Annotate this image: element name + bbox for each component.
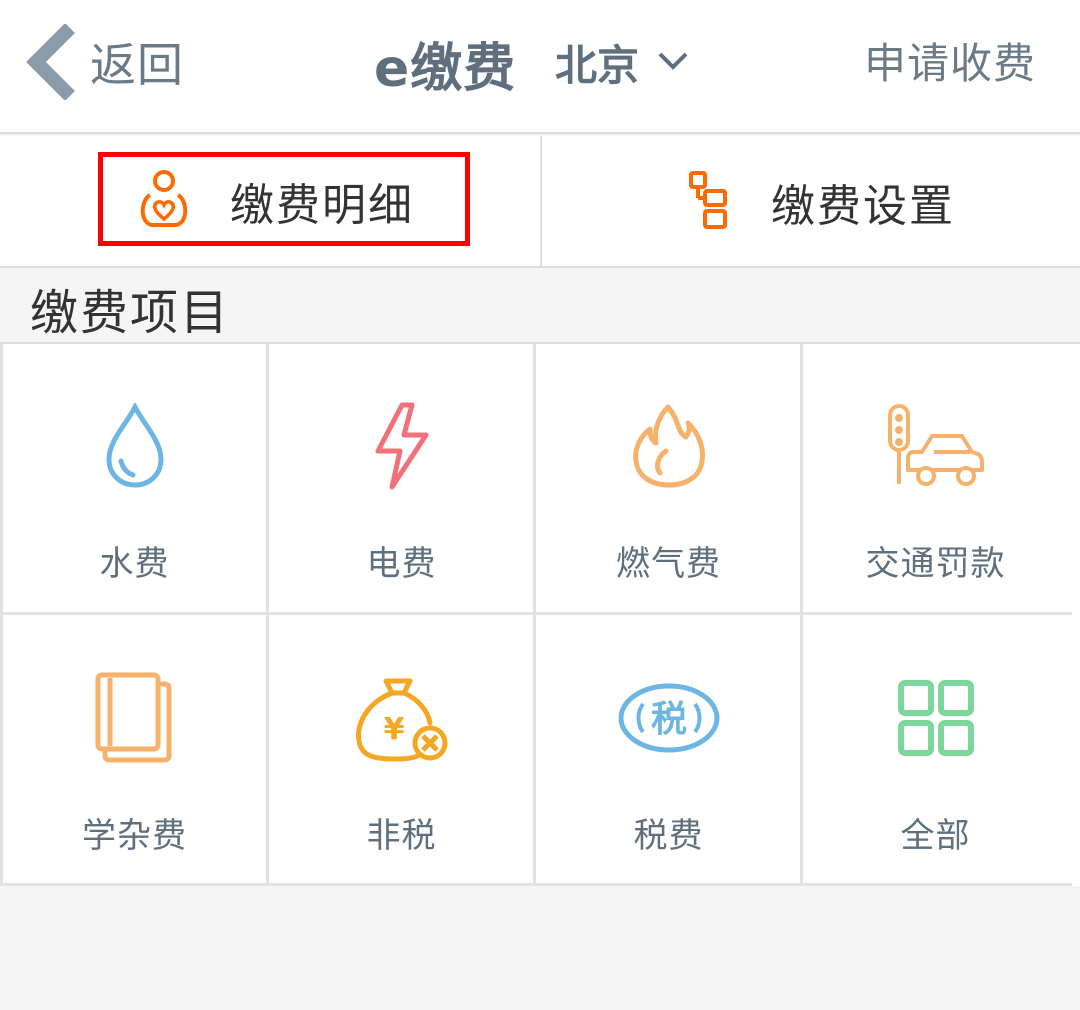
water-drop-icon [85, 396, 185, 496]
svg-text:¥: ¥ [383, 712, 404, 747]
item-label: 学杂费 [82, 816, 187, 856]
grid-divider [266, 344, 269, 886]
item-label: 水费 [99, 544, 170, 584]
tax-badge-text: 税 [650, 699, 686, 740]
payment-items-grid: 水费 电费 燃气费 交通罚款 学杂费 ¥ 非税 税 税费 全部 [0, 342, 1080, 886]
traffic-car-icon [881, 396, 991, 496]
tab-payment-details[interactable]: 缴费明细 [0, 136, 540, 266]
item-label: 税费 [633, 816, 704, 856]
tab-label: 缴费明细 [230, 180, 414, 231]
item-electricity[interactable]: 电费 [269, 344, 534, 610]
apply-collection-link[interactable]: 申请收费 [864, 30, 1036, 91]
grid-icon [886, 668, 986, 768]
lightning-icon [352, 396, 452, 496]
item-all[interactable]: 全部 [803, 616, 1068, 882]
item-label: 非税 [366, 816, 437, 856]
back-button[interactable]: 返回 [26, 24, 184, 100]
tax-badge-icon: 税 [614, 668, 724, 768]
item-label: 全部 [900, 816, 971, 856]
book-icon [85, 668, 185, 768]
item-gas[interactable]: 燃气费 [536, 344, 801, 610]
item-traffic-fine[interactable]: 交通罚款 [803, 344, 1068, 610]
city-label: 北京 [555, 41, 640, 90]
item-tuition[interactable]: 学杂费 [2, 616, 267, 882]
money-bag-icon: ¥ [347, 668, 457, 768]
tab-payment-settings[interactable]: 缴费设置 [540, 136, 1080, 266]
tab-bar: 缴费明细 缴费设置 [0, 136, 1080, 268]
grid-divider [533, 344, 536, 886]
back-label: 返回 [90, 38, 184, 92]
mother-baby-icon [136, 169, 192, 233]
settings-nodes-icon [687, 169, 733, 235]
item-non-tax[interactable]: ¥ 非税 [269, 616, 534, 882]
item-tax[interactable]: 税 税费 [536, 616, 801, 882]
flame-icon [619, 396, 719, 496]
item-water[interactable]: 水费 [2, 344, 267, 610]
item-label: 电费 [366, 544, 437, 584]
city-selector[interactable]: 北京 [555, 32, 689, 93]
grid-divider [0, 883, 1072, 886]
item-label: 交通罚款 [865, 544, 1006, 584]
grid-divider [800, 344, 803, 886]
top-bar: 返回 e缴费 北京 申请收费 [0, 0, 1080, 134]
section-title: 缴费项目 [30, 285, 231, 341]
chevron-down-icon [639, 51, 689, 75]
chevron-left-icon [26, 24, 76, 100]
item-label: 燃气费 [616, 544, 721, 584]
grid-divider [0, 344, 3, 886]
page-title: e缴费 [374, 39, 517, 99]
tab-label: 缴费设置 [771, 181, 955, 232]
grid-divider [0, 612, 1072, 615]
